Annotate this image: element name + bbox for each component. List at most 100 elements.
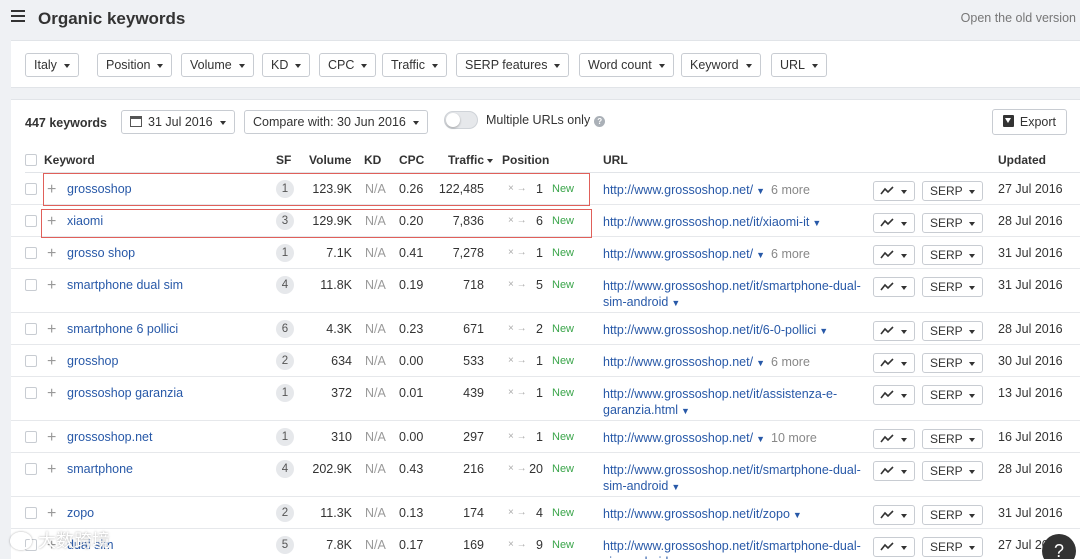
url-link[interactable]: http://www.grossoshop.net/it/smartphone-…	[603, 463, 861, 493]
row-checkbox[interactable]	[25, 355, 37, 367]
url-link[interactable]: http://www.grossoshop.net/it/assistenza-…	[603, 387, 837, 417]
keyword-link[interactable]: grossoshop garanzia	[67, 386, 183, 400]
serp-button[interactable]: SERP	[922, 181, 983, 201]
url-dropdown-icon[interactable]: ▼	[756, 186, 765, 196]
url-link[interactable]: http://www.grossoshop.net/it/smartphone-…	[603, 279, 861, 309]
url-link[interactable]: http://www.grossoshop.net/it/6-0-pollici	[603, 323, 816, 337]
col-updated[interactable]: Updated	[998, 153, 1046, 167]
filter-keyword-button[interactable]: Keyword	[681, 53, 761, 77]
url-dropdown-icon[interactable]: ▼	[756, 250, 765, 260]
url-cell[interactable]: http://www.grossoshop.net/it/smartphone-…	[603, 538, 865, 559]
filter-url-button[interactable]: URL	[771, 53, 828, 77]
add-keyword-icon[interactable]: +	[47, 246, 56, 262]
select-all-checkbox[interactable]	[25, 154, 37, 166]
old-version-link[interactable]: Open the old version	[961, 11, 1076, 25]
url-cell[interactable]: http://www.grossoshop.net/it/smartphone-…	[603, 462, 865, 495]
keyword-link[interactable]: grossoshop	[67, 182, 132, 196]
add-keyword-icon[interactable]: +	[47, 182, 56, 198]
trend-chart-button[interactable]	[873, 385, 915, 405]
keyword-link[interactable]: xiaomi	[67, 214, 103, 228]
url-cell[interactable]: http://www.grossoshop.net/▼ 6 more	[603, 246, 865, 263]
serp-button[interactable]: SERP	[922, 353, 983, 373]
export-button[interactable]: Export	[991, 109, 1067, 135]
url-cell[interactable]: http://www.grossoshop.net/it/zopo ▼	[603, 506, 865, 523]
row-checkbox[interactable]	[25, 215, 37, 227]
more-urls-link[interactable]: 6 more	[771, 355, 810, 369]
url-dropdown-icon[interactable]: ▼	[671, 482, 680, 492]
more-urls-link[interactable]: 10 more	[771, 431, 817, 445]
trend-chart-button[interactable]	[873, 277, 915, 297]
col-keyword[interactable]: Keyword	[44, 153, 95, 167]
trend-chart-button[interactable]	[873, 213, 915, 233]
trend-chart-button[interactable]	[873, 181, 915, 201]
serp-button[interactable]: SERP	[922, 461, 983, 481]
col-sf[interactable]: SF	[276, 153, 291, 167]
keyword-link[interactable]: smartphone 6 pollici	[67, 322, 178, 336]
trend-chart-button[interactable]	[873, 461, 915, 481]
row-checkbox[interactable]	[25, 431, 37, 443]
url-dropdown-icon[interactable]: ▼	[819, 326, 828, 336]
trend-chart-button[interactable]	[873, 505, 915, 525]
filter-word-count-button[interactable]: Word count	[579, 53, 674, 77]
filter-position-button[interactable]: Position	[97, 53, 173, 77]
url-cell[interactable]: http://www.grossoshop.net/it/6-0-pollici…	[603, 322, 865, 339]
trend-chart-button[interactable]	[873, 321, 915, 341]
url-cell[interactable]: http://www.grossoshop.net/▼ 10 more	[603, 430, 865, 447]
filter-cpc-button[interactable]: CPC	[319, 53, 377, 77]
add-keyword-icon[interactable]: +	[47, 506, 56, 522]
url-link[interactable]: http://www.grossoshop.net/it/xiaomi-it	[603, 215, 809, 229]
row-checkbox[interactable]	[25, 183, 37, 195]
add-keyword-icon[interactable]: +	[47, 322, 56, 338]
serp-button[interactable]: SERP	[922, 213, 983, 233]
keyword-link[interactable]: smartphone dual sim	[67, 278, 183, 292]
trend-chart-button[interactable]	[873, 353, 915, 373]
trend-chart-button[interactable]	[873, 245, 915, 265]
keyword-link[interactable]: grosso shop	[67, 246, 135, 260]
url-dropdown-icon[interactable]: ▼	[812, 218, 821, 228]
filter-serp-features-button[interactable]: SERP features	[456, 53, 570, 77]
row-checkbox[interactable]	[25, 323, 37, 335]
keyword-link[interactable]: grossoshop.net	[67, 430, 152, 444]
col-url[interactable]: URL	[603, 153, 628, 167]
keyword-link[interactable]: grosshop	[67, 354, 118, 368]
more-urls-link[interactable]: 6 more	[771, 247, 810, 261]
row-checkbox[interactable]	[25, 507, 37, 519]
url-cell[interactable]: http://www.grossoshop.net/▼ 6 more	[603, 354, 865, 371]
col-kd[interactable]: KD	[364, 153, 381, 167]
col-position[interactable]: Position	[502, 153, 549, 167]
filter-italy-button[interactable]: Italy	[25, 53, 79, 77]
serp-button[interactable]: SERP	[922, 429, 983, 449]
url-cell[interactable]: http://www.grossoshop.net/▼ 6 more	[603, 182, 865, 199]
filter-traffic-button[interactable]: Traffic	[382, 53, 448, 77]
add-keyword-icon[interactable]: +	[47, 386, 56, 402]
more-urls-link[interactable]: 6 more	[771, 183, 810, 197]
hamburger-menu-icon[interactable]	[11, 10, 25, 24]
url-dropdown-icon[interactable]: ▼	[756, 358, 765, 368]
col-volume[interactable]: Volume	[309, 153, 351, 167]
url-dropdown-icon[interactable]: ▼	[671, 298, 680, 308]
keyword-link[interactable]: zopo	[67, 506, 94, 520]
trend-chart-button[interactable]	[873, 537, 915, 557]
url-cell[interactable]: http://www.grossoshop.net/it/smartphone-…	[603, 278, 865, 311]
url-dropdown-icon[interactable]: ▼	[681, 406, 690, 416]
keyword-link[interactable]: smartphone	[67, 462, 133, 476]
serp-button[interactable]: SERP	[922, 277, 983, 297]
trend-chart-button[interactable]	[873, 429, 915, 449]
add-keyword-icon[interactable]: +	[47, 214, 56, 230]
col-cpc[interactable]: CPC	[399, 153, 424, 167]
url-link[interactable]: http://www.grossoshop.net/	[603, 431, 753, 445]
url-dropdown-icon[interactable]: ▼	[756, 434, 765, 444]
url-dropdown-icon[interactable]: ▼	[793, 510, 802, 520]
add-keyword-icon[interactable]: +	[47, 354, 56, 370]
row-checkbox[interactable]	[25, 387, 37, 399]
url-cell[interactable]: http://www.grossoshop.net/it/xiaomi-it ▼	[603, 214, 865, 231]
url-cell[interactable]: http://www.grossoshop.net/it/assistenza-…	[603, 386, 865, 419]
filter-kd-button[interactable]: KD	[262, 53, 311, 77]
row-checkbox[interactable]	[25, 463, 37, 475]
filter-volume-button[interactable]: Volume	[181, 53, 254, 77]
url-link[interactable]: http://www.grossoshop.net/	[603, 247, 753, 261]
help-icon[interactable]: ?	[594, 116, 606, 127]
col-traffic[interactable]: Traffic	[448, 153, 494, 167]
multiple-urls-toggle[interactable]	[444, 111, 478, 129]
add-keyword-icon[interactable]: +	[47, 278, 56, 294]
